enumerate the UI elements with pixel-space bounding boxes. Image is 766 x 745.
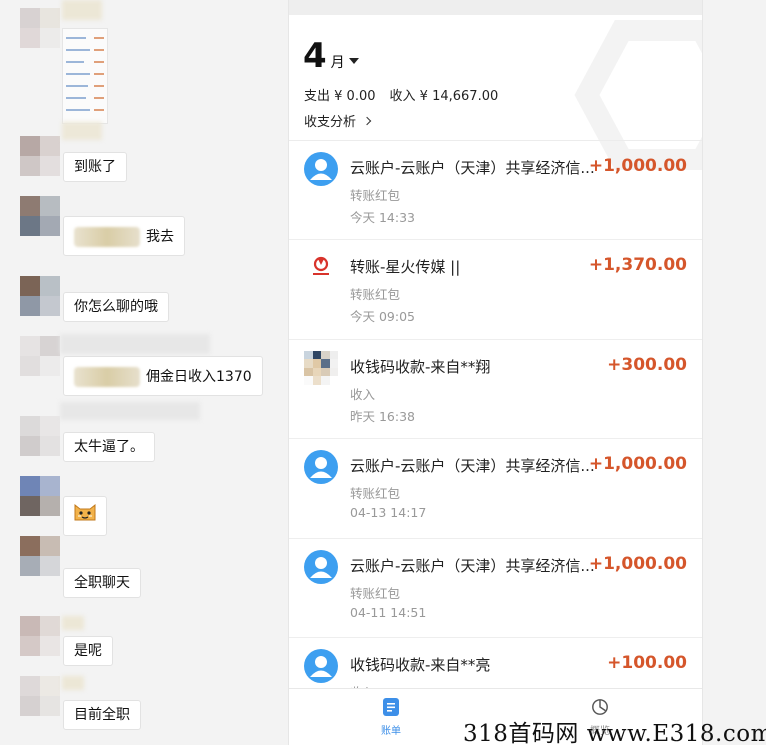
mosaic-avatar-icon (304, 350, 338, 385)
site-watermark: 318首码网 www.E318.com (463, 721, 766, 745)
message-bubble: 全职聊天 (63, 568, 141, 598)
transaction-title: 转账-星火传媒 || (350, 258, 461, 277)
message-bubble (63, 496, 107, 536)
month-number: 4 (303, 36, 327, 76)
transaction-list: 云账户-云账户（天津）共享经济信... +1,000.00 转账红包 今天 14… (289, 141, 702, 738)
tab-bill[interactable]: 账单 (361, 697, 421, 737)
transaction-amount: +1,000.00 (588, 156, 687, 176)
month-totals: 支出 ¥ 0.00 收入 ¥ 14,667.00 (304, 85, 498, 104)
avatar[interactable] (20, 196, 60, 236)
avatar[interactable] (20, 676, 60, 716)
avatar[interactable] (20, 136, 60, 176)
chat-message-image[interactable] (0, 0, 288, 128)
user-avatar-icon (304, 549, 338, 584)
message-bubble: 你怎么聊的哦 (63, 292, 169, 322)
chat-message: 是呢 (0, 616, 288, 666)
message-bubble: 是呢 (63, 636, 113, 666)
cat-face-icon (74, 503, 96, 521)
transaction-amount: +1,000.00 (588, 553, 687, 574)
transaction-time: 04-13 14:17 (350, 505, 427, 521)
avatar[interactable] (20, 276, 60, 316)
user-avatar-icon (304, 648, 338, 683)
transaction-amount: +300.00 (607, 354, 687, 375)
transaction-time: 今天 09:05 (350, 309, 415, 325)
user-avatar-icon (304, 450, 338, 485)
chat-message (0, 476, 288, 536)
transaction-title: 云账户-云账户（天津）共享经济信... (350, 159, 595, 177)
transaction-title: 云账户-云账户（天津）共享经济信... (350, 457, 595, 476)
chat-message: 到账了 (0, 122, 288, 182)
transaction-type: 转账红包 (350, 486, 401, 502)
redacted-text (74, 227, 140, 247)
transaction-type: 收入 (350, 386, 376, 402)
income-total: 收入 ¥ 14,667.00 (389, 89, 499, 104)
transaction-time: 今天 14:33 (350, 210, 415, 225)
message-bubble: 佣金日收入1370 (63, 356, 263, 396)
month-selector[interactable]: 4 月 (303, 36, 359, 76)
bill-panel: 4 月 支出 ¥ 0.00 收入 ¥ 14,667.00 收支分析 云账户-云账… (288, 0, 703, 745)
redacted-text (74, 367, 140, 387)
avatar[interactable] (20, 476, 60, 516)
analysis-label: 收支分析 (304, 115, 357, 130)
chat-message: 目前全职 (0, 676, 288, 730)
chat-message: 佣金日收入1370 (0, 334, 288, 396)
screenshot-thumbnail[interactable] (62, 28, 108, 124)
transaction-amount: +1,370.00 (588, 255, 687, 276)
transaction-title: 收钱码收款-来自**亮 (350, 655, 491, 674)
transaction-row[interactable]: 转账-星火传媒 || +1,370.00 转账红包 今天 09:05 (289, 240, 702, 340)
xinghuo-logo-icon (304, 251, 338, 286)
avatar[interactable] (20, 616, 60, 656)
tab-bill-label: 账单 (381, 726, 401, 737)
avatar[interactable] (20, 8, 60, 48)
bill-list-icon (383, 698, 399, 716)
transaction-row[interactable]: 云账户-云账户（天津）共享经济信... +1,000.00 转账红包 04-13… (289, 439, 702, 539)
chat-message: 太牛逼了。 (0, 402, 288, 462)
user-avatar-icon (304, 152, 338, 186)
message-bubble: 到账了 (63, 152, 127, 182)
status-bar (289, 0, 702, 15)
chat-message: 全职聊天 (0, 536, 288, 598)
message-bubble: 太牛逼了。 (63, 432, 155, 462)
caret-down-icon (348, 58, 359, 64)
message-bubble: 目前全职 (63, 700, 141, 730)
avatar[interactable] (20, 536, 60, 576)
transaction-row[interactable]: 云账户-云账户（天津）共享经济信... +1,000.00 转账红包 今天 14… (289, 141, 702, 241)
transaction-time: 昨天 16:38 (350, 408, 415, 424)
transaction-type: 转账红包 (350, 188, 401, 203)
transaction-row[interactable]: 云账户-云账户（天津）共享经济信... +1,000.00 转账红包 04-11… (289, 539, 702, 638)
message-bubble: 我去 (63, 216, 185, 256)
chevron-right-icon (362, 116, 372, 125)
avatar[interactable] (20, 336, 60, 376)
transaction-amount: +1,000.00 (588, 454, 687, 475)
analysis-link[interactable]: 收支分析 (304, 111, 372, 130)
transaction-type: 转账红包 (350, 585, 401, 601)
avatar[interactable] (20, 416, 60, 456)
chat-message: 你怎么聊的哦 (0, 276, 288, 322)
month-unit: 月 (330, 55, 345, 71)
expense-total: 支出 ¥ 0.00 (304, 89, 376, 104)
transaction-row[interactable]: 收钱码收款-来自**翔 +300.00 收入 昨天 16:38 (289, 340, 702, 440)
transaction-title: 收钱码收款-来自**翔 (350, 357, 491, 376)
chat-message: 我去 (0, 196, 288, 256)
transaction-title: 云账户-云账户（天津）共享经济信... (350, 556, 595, 575)
transaction-type: 转账红包 (350, 287, 401, 303)
chat-panel: 到账了 我去 你怎么聊的哦 佣金日收入1370 太牛逼了。 全职聊天 是呢 目前… (0, 0, 288, 745)
transaction-amount: +100.00 (607, 652, 687, 673)
transaction-time: 04-11 14:51 (350, 604, 427, 620)
